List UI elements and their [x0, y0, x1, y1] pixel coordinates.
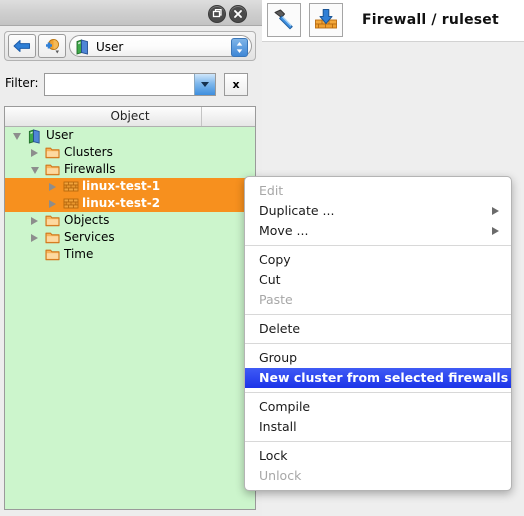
tree-item-linux-test-1[interactable]: linux-test-1	[5, 178, 255, 195]
menu-item-unlock: Unlock	[245, 466, 511, 486]
menu-item-new-cluster-from-selected-firewalls[interactable]: New cluster from selected firewalls	[245, 368, 511, 388]
tree-twisty-closed-icon[interactable]	[31, 149, 38, 157]
filter-label: Filter:	[5, 76, 39, 90]
menu-item-label: Duplicate ...	[259, 203, 335, 218]
tree-item-label: Services	[64, 230, 115, 244]
chevron-down-icon	[201, 82, 209, 87]
menu-item-compile[interactable]: Compile	[245, 397, 511, 417]
menu-item-edit: Edit	[245, 181, 511, 201]
menu-separator	[245, 343, 511, 344]
tree-item-linux-test-2[interactable]: linux-test-2	[5, 195, 255, 212]
tree-twisty-open-icon[interactable]	[13, 133, 21, 140]
filter-input[interactable]	[45, 74, 195, 95]
tree-twisty-closed-icon[interactable]	[31, 234, 38, 242]
menu-item-paste: Paste	[245, 290, 511, 310]
tree-item-time[interactable]: Time	[5, 246, 255, 263]
filter-field-wrapper	[44, 73, 216, 96]
menu-item-install[interactable]: Install	[245, 417, 511, 437]
tree-column-divider[interactable]	[201, 107, 202, 126]
menu-separator	[245, 441, 511, 442]
menu-item-label: Copy	[259, 252, 291, 267]
object-library-value: User	[96, 40, 124, 54]
menu-separator	[245, 245, 511, 246]
compile-button[interactable]	[267, 3, 301, 37]
menu-item-duplicate[interactable]: Duplicate ...	[245, 201, 511, 221]
tree-item-label: Clusters	[64, 145, 113, 159]
menu-item-label: Lock	[259, 448, 288, 463]
menu-item-label: Compile	[259, 399, 311, 414]
menu-separator	[245, 314, 511, 315]
tree-twisty-closed-icon[interactable]	[49, 200, 56, 208]
menu-item-label: Install	[259, 419, 297, 434]
tree-item-label: User	[46, 128, 74, 142]
page-title: Firewall / ruleset	[362, 12, 499, 28]
panel-titlebar	[0, 0, 262, 26]
menu-item-label: Move ...	[259, 223, 309, 238]
close-icon[interactable]	[229, 5, 247, 23]
menu-item-group[interactable]: Group	[245, 348, 511, 368]
back-button[interactable]	[8, 34, 36, 58]
object-library-combobox[interactable]: User	[69, 35, 252, 57]
object-tree: Object User Clusters Firewalls linux-test-1…	[4, 106, 256, 510]
menu-item-label: Edit	[259, 183, 284, 198]
tree-item-objects[interactable]: Objects	[5, 212, 255, 229]
float-restore-icon[interactable]	[208, 5, 226, 23]
tree-item-label: Objects	[64, 213, 110, 227]
tree-item-label: Firewalls	[64, 162, 116, 176]
menu-item-label: Cut	[259, 272, 281, 287]
filter-clear-button[interactable]: x	[224, 73, 248, 96]
install-firewall-icon	[315, 9, 337, 29]
library-book-icon	[75, 39, 90, 58]
filter-row: Filter: x	[0, 68, 262, 102]
tree-item-clusters[interactable]: Clusters	[5, 144, 255, 161]
submenu-arrow-icon	[492, 207, 499, 215]
context-menu: Edit Duplicate ... Move ... Copy Cut Paste Del…	[244, 176, 512, 491]
menu-item-cut[interactable]: Cut	[245, 270, 511, 290]
tree-body: User Clusters Firewalls linux-test-1 linux-t…	[5, 127, 255, 263]
menu-item-copy[interactable]: Copy	[245, 250, 511, 270]
menu-item-move[interactable]: Move ...	[245, 221, 511, 241]
new-object-button[interactable]	[38, 34, 66, 58]
tree-twisty-closed-icon[interactable]	[49, 183, 56, 191]
new-object-icon	[46, 39, 59, 54]
submenu-arrow-icon	[492, 227, 499, 235]
tree-item-firewalls[interactable]: Firewalls	[5, 161, 255, 178]
menu-item-lock[interactable]: Lock	[245, 446, 511, 466]
tree-item-services[interactable]: Services	[5, 229, 255, 246]
navigation-toolbar: User	[4, 31, 256, 61]
menu-item-label: Group	[259, 350, 298, 365]
tree-twisty-open-icon[interactable]	[31, 167, 39, 174]
menu-item-label: Unlock	[259, 468, 302, 483]
tree-column-header[interactable]: Object	[5, 107, 255, 127]
tree-item-label: linux-test-2	[82, 196, 161, 210]
menu-item-label: Paste	[259, 292, 293, 307]
menu-item-delete[interactable]: Delete	[245, 319, 511, 339]
tree-item-user[interactable]: User	[5, 127, 255, 144]
hammer-icon	[274, 9, 293, 30]
combobox-stepper-icon[interactable]	[231, 38, 248, 57]
menu-item-label: New cluster from selected firewalls	[259, 370, 509, 385]
tree-item-label: Time	[64, 247, 94, 261]
filter-dropdown-button[interactable]	[194, 74, 215, 95]
tree-twisty-closed-icon[interactable]	[31, 217, 38, 225]
tree-column-header-label: Object	[110, 109, 150, 123]
menu-item-label: Delete	[259, 321, 301, 336]
folder-icon	[45, 248, 60, 266]
install-button[interactable]	[309, 3, 343, 37]
tree-item-label: linux-test-1	[82, 179, 161, 193]
object-tree-panel: User Filter: x Object User Clusters Firewa…	[0, 0, 262, 516]
menu-separator	[245, 392, 511, 393]
back-arrow-icon	[13, 40, 30, 52]
